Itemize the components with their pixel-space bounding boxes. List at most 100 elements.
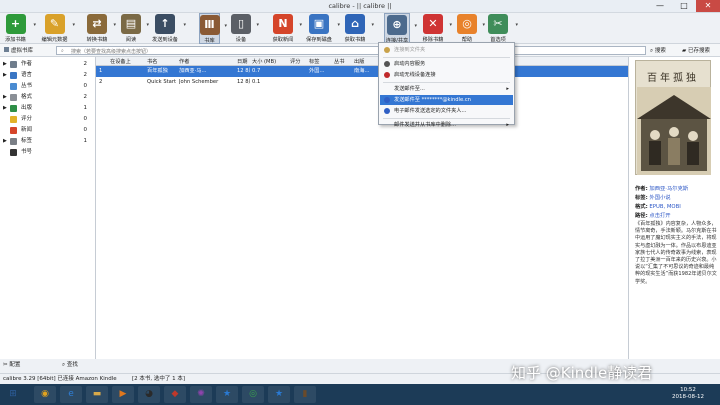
toolbar-button-save-to-disk[interactable]: ▣ 保存到磁盘 ▾ bbox=[306, 13, 340, 44]
sidebar-item-rating[interactable]: 评分 0 bbox=[0, 114, 95, 125]
menu-item-submenu-6[interactable]: 邮件发送并从书库中删除... ▸ bbox=[380, 120, 513, 130]
close-button[interactable]: ✕ bbox=[696, 0, 720, 12]
chevron-down-icon[interactable]: ▾ bbox=[371, 22, 374, 28]
chrome-icon[interactable]: ◉ bbox=[34, 386, 56, 403]
virtual-library-button[interactable]: 虚拟书库 bbox=[4, 46, 33, 54]
chrome2-icon[interactable]: ◎ bbox=[242, 386, 264, 403]
chevron-down-icon[interactable]: ▾ bbox=[515, 22, 518, 28]
kindle-icon[interactable]: ★ bbox=[268, 386, 290, 403]
menu-item-wireless[interactable]: 启动无线设备连接 bbox=[380, 70, 513, 80]
sidebar-item-label: 评分 bbox=[21, 116, 33, 122]
toolbar-button-library[interactable]: Ⅲ 书库 ▾ bbox=[199, 13, 227, 44]
menu-item-email-people[interactable]: 电子邮件发送选定的文件夹人... bbox=[380, 106, 513, 116]
toolbar-button-edit-metadata[interactable]: ✎ 编辑元数据 ▾ bbox=[42, 13, 75, 44]
column-header[interactable]: 丛书 bbox=[334, 58, 344, 65]
column-header[interactable]: 书名 bbox=[147, 58, 157, 65]
sidebar-item-count: 2 bbox=[83, 72, 88, 78]
column-header[interactable]: 作者 bbox=[179, 58, 189, 65]
configure-button[interactable]: ✂ 配置 bbox=[3, 360, 20, 368]
sidebar-item-label: 丛书 bbox=[21, 83, 33, 89]
toolbar-button-read-book[interactable]: ▤ 阅读 ▾ bbox=[121, 13, 149, 44]
menu-item-label: 连接到文件夹 bbox=[394, 47, 426, 53]
toolbar-button-connect-share[interactable]: ⊕ 连接/共享 ▾ bbox=[384, 13, 417, 44]
sidebar-item-tag[interactable]: ▶ 标签 1 bbox=[0, 136, 95, 147]
sidebar-item-count: 2 bbox=[83, 94, 88, 100]
column-header[interactable]: 在设备上 bbox=[110, 58, 131, 65]
table-row[interactable]: 2 Quick Start GuideJohn Schember 12 8月 201… bbox=[96, 77, 628, 88]
table-row[interactable]: 1百年孤独加西亚·马…12 8月 20180.7外国…南海… bbox=[96, 66, 628, 77]
menu-item-server[interactable]: 启动内容服务 bbox=[380, 59, 513, 69]
star-app-icon[interactable]: ★ bbox=[216, 386, 238, 403]
help-icon: ◎ bbox=[457, 14, 477, 34]
format-link[interactable]: EPUB, MOBI bbox=[649, 204, 680, 210]
app-icon[interactable]: ◆ bbox=[164, 386, 186, 403]
qq-icon[interactable]: ◕ bbox=[138, 386, 160, 403]
chevron-down-icon[interactable]: ▾ bbox=[113, 22, 116, 28]
minimize-button[interactable]: — bbox=[648, 0, 672, 12]
media-icon[interactable]: ▶ bbox=[112, 386, 134, 403]
calibre-icon[interactable]: ▮ bbox=[294, 386, 316, 403]
chevron-down-icon[interactable]: ▾ bbox=[146, 22, 149, 28]
tag-link[interactable]: 外国小说 bbox=[649, 195, 670, 201]
expand-icon[interactable]: ▶ bbox=[3, 92, 7, 103]
publisher-icon bbox=[10, 105, 17, 112]
chevron-down-icon[interactable]: ▾ bbox=[33, 22, 36, 28]
detail-formats: 格式: EPUB, MOBI bbox=[635, 204, 681, 210]
sidebar-item-series[interactable]: 丛书 0 bbox=[0, 81, 95, 92]
toolbar-button-fetch-news[interactable]: N 获取新闻 ▾ bbox=[272, 13, 302, 44]
chevron-down-icon[interactable]: ▾ bbox=[183, 22, 186, 28]
toolbar-button-get-books[interactable]: ⌂ 获取书籍 ▾ bbox=[344, 13, 374, 44]
chevron-down-icon[interactable]: ▾ bbox=[482, 22, 485, 28]
toolbar-button-device[interactable]: ▯ 设备 ▾ bbox=[231, 13, 259, 44]
sidebar-item-format[interactable]: ▶ 格式 2 bbox=[0, 92, 95, 103]
search-button[interactable]: ⌕ 搜索 bbox=[650, 46, 666, 55]
expand-icon[interactable]: ▶ bbox=[3, 103, 7, 114]
author-link[interactable]: 加西亚·马尔克斯 bbox=[649, 186, 688, 192]
chevron-down-icon[interactable]: ▾ bbox=[414, 23, 417, 29]
search-bar: 虚拟书库 ⌕ 搜索（若要查找高级搜索点击按钮） ⌕ 搜索 ▰ 已存搜索 bbox=[0, 44, 720, 57]
expand-icon[interactable]: ▶ bbox=[3, 70, 7, 81]
chevron-down-icon[interactable]: ▾ bbox=[256, 22, 259, 28]
menu-item-email[interactable]: 发送邮件至 ********@kindle.cn bbox=[380, 95, 513, 105]
toolbar-button-remove-books[interactable]: ✕ 移除书籍 ▾ bbox=[422, 13, 452, 44]
sidebar-item-isbn[interactable]: 书号 bbox=[0, 147, 95, 158]
pinwheel-icon[interactable]: ✺ bbox=[190, 386, 212, 403]
menu-item-submenu-3[interactable]: 发送邮件至... ▸ bbox=[380, 84, 513, 94]
search-input[interactable]: ⌕ 搜索（若要查找高级搜索点击按钮） bbox=[56, 46, 646, 55]
chevron-down-icon[interactable]: ▾ bbox=[449, 22, 452, 28]
saved-searches-button[interactable]: ▰ 已存搜索 bbox=[682, 46, 710, 54]
explorer-icon[interactable]: ▬ bbox=[86, 386, 108, 403]
start-icon[interactable]: ⊞ bbox=[2, 386, 24, 403]
virtual-library-icon bbox=[4, 47, 9, 52]
find-button[interactable]: ⌕ 查找 bbox=[62, 360, 78, 369]
chevron-down-icon[interactable]: ▾ bbox=[224, 23, 227, 29]
cell-date: 12 8月 2018 bbox=[237, 68, 250, 74]
column-header[interactable]: 大小 (MB) bbox=[252, 58, 276, 65]
toolbar-button-convert-book[interactable]: ⇄ 转换书籍 ▾ bbox=[86, 13, 116, 44]
column-header[interactable]: 日期 bbox=[237, 58, 247, 65]
expand-icon[interactable]: ▶ bbox=[3, 136, 7, 147]
ie-icon[interactable]: e bbox=[60, 386, 82, 403]
maximize-button[interactable]: □ bbox=[672, 0, 696, 12]
chevron-down-icon[interactable]: ▾ bbox=[299, 22, 302, 28]
book-cover[interactable]: 百年孤独 bbox=[635, 60, 711, 175]
sidebar-item-news[interactable]: 新闻 0 bbox=[0, 125, 95, 136]
system-clock[interactable]: 10:52 2018-08-12 bbox=[672, 387, 704, 401]
server-icon bbox=[384, 61, 390, 67]
expand-icon[interactable]: ▶ bbox=[3, 59, 7, 70]
sidebar-item-author[interactable]: ▶ 作者 2 bbox=[0, 59, 95, 70]
column-header[interactable]: 出版 bbox=[354, 58, 364, 65]
toolbar-button-help[interactable]: ◎ 帮助 ▾ bbox=[457, 13, 485, 44]
toolbar-button-send-to-device[interactable]: ↑ 发送到设备 ▾ bbox=[152, 13, 186, 44]
book-list-header: 在设备上 书名 作者 日期 大小 (MB) 评分 标签 丛书 出版 bbox=[96, 57, 628, 66]
chevron-down-icon[interactable]: ▾ bbox=[72, 22, 75, 28]
sidebar-item-publisher[interactable]: ▶ 出版 1 bbox=[0, 103, 95, 114]
toolbar-button-add-book[interactable]: + 添加书籍 ▾ bbox=[3, 13, 36, 44]
find-icon: ⌕ bbox=[62, 362, 66, 368]
column-header[interactable]: 评分 bbox=[290, 58, 300, 65]
column-header[interactable]: 标签 bbox=[309, 58, 319, 65]
sidebar-item-language[interactable]: ▶ 语言 2 bbox=[0, 70, 95, 81]
chevron-down-icon[interactable]: ▾ bbox=[337, 22, 340, 28]
path-link[interactable]: 点击打开 bbox=[649, 213, 670, 219]
toolbar-button-preferences[interactable]: ✂ 首选项 ▾ bbox=[486, 13, 518, 44]
